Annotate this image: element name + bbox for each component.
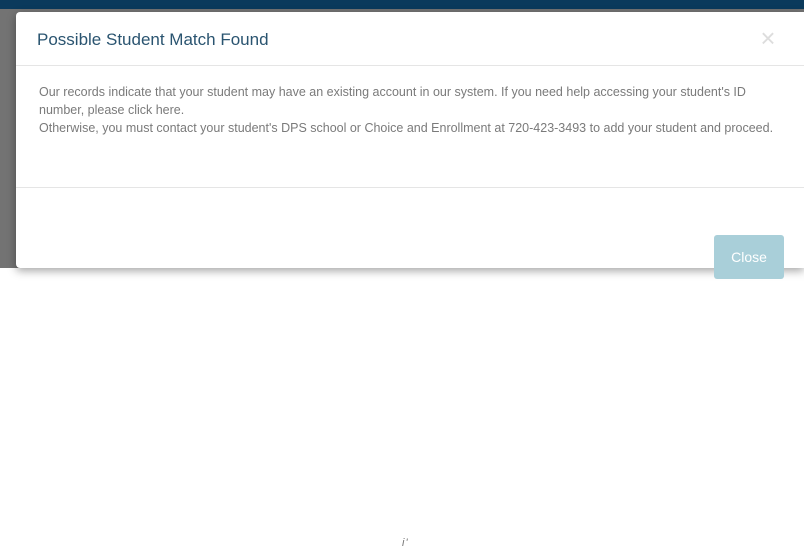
page-content-strip: i' <box>0 268 804 549</box>
contact-instructions: Otherwise, you must contact your student… <box>39 121 774 135</box>
close-button[interactable]: Close <box>714 235 784 279</box>
student-match-modal: Possible Student Match Found × Our recor… <box>16 12 804 279</box>
modal-title: Possible Student Match Found <box>37 30 269 49</box>
background-text-fragment: i' <box>402 537 409 549</box>
modal-footer: Close <box>16 187 804 279</box>
modal-body: Our records indicate that your student m… <box>39 83 789 137</box>
close-icon[interactable]: × <box>757 24 779 52</box>
page-top-bar <box>0 0 804 9</box>
modal-header: Possible Student Match Found × <box>16 12 804 66</box>
account-exists-message: Our records indicate that your student m… <box>39 85 746 117</box>
